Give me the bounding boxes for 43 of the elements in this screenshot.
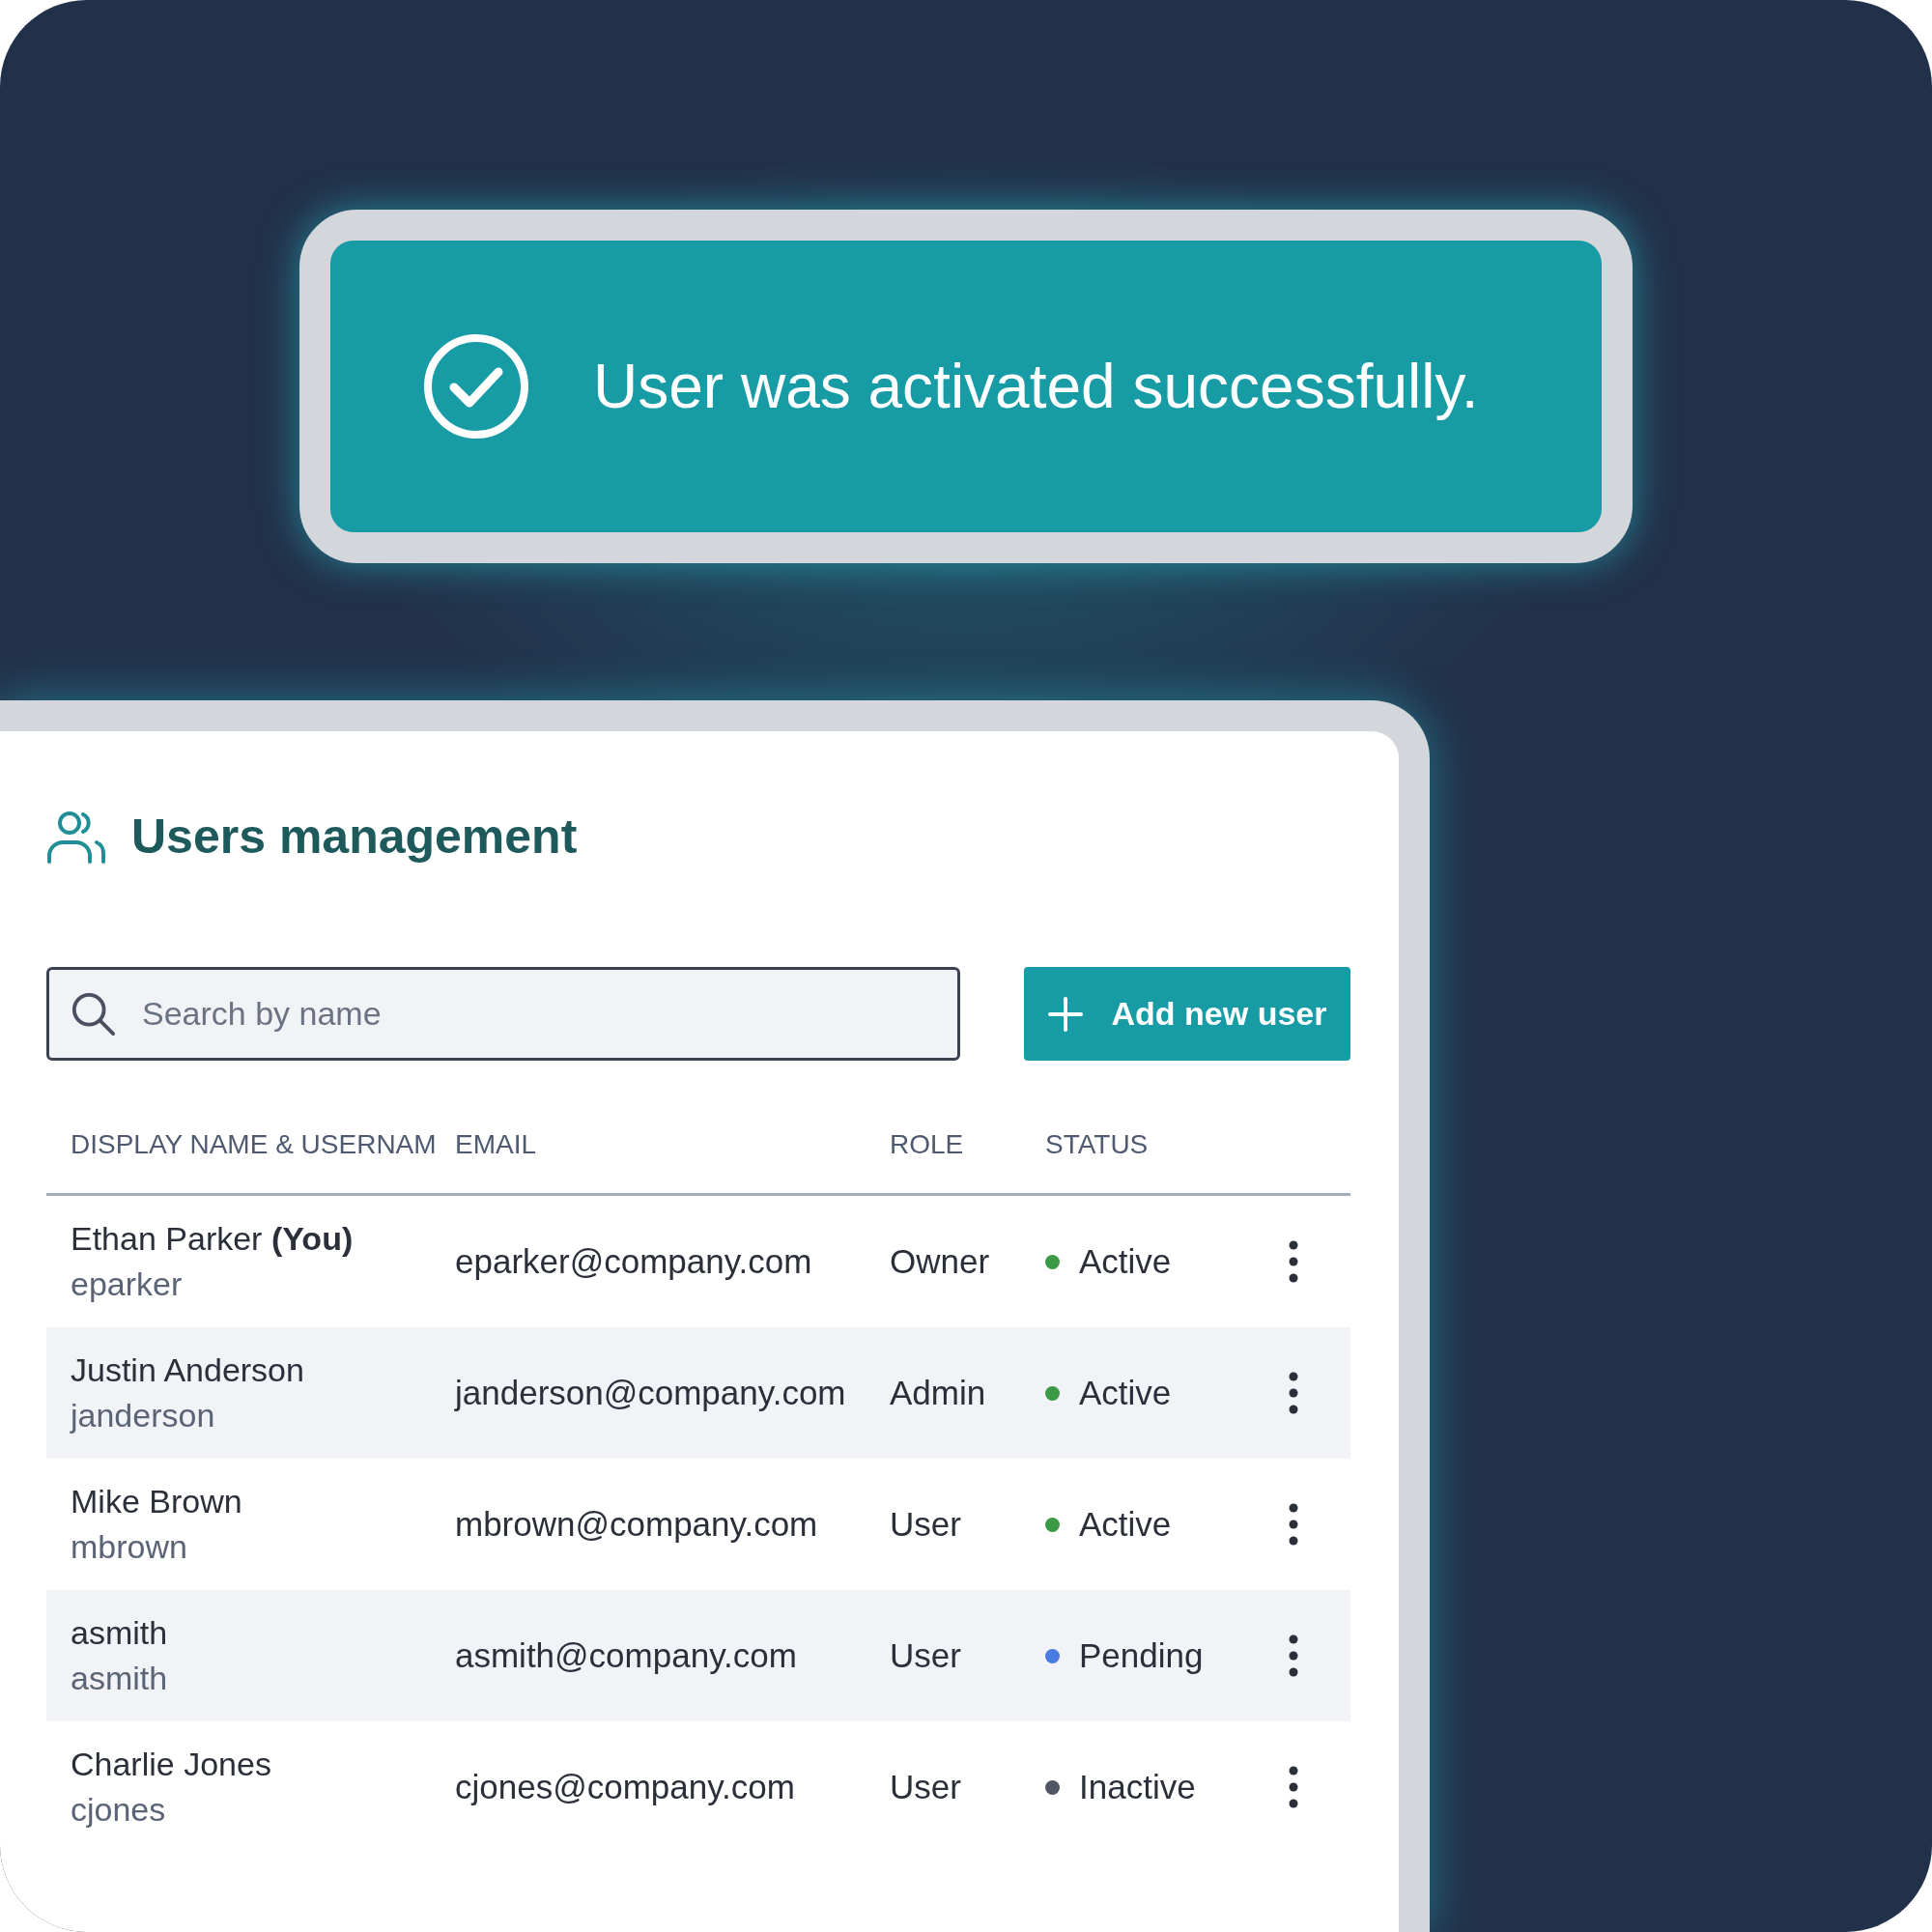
- column-header: EMAIL: [455, 1128, 538, 1160]
- users-icon: [46, 810, 106, 864]
- page-title: Users management: [131, 809, 578, 865]
- username: mbrown: [71, 1528, 188, 1566]
- add-user-button[interactable]: Add new user: [1024, 967, 1350, 1061]
- status-text: Pending: [1079, 1636, 1204, 1675]
- email-cell-text: mbrown@company.com: [455, 1505, 819, 1544]
- plus-icon: [1047, 996, 1083, 1032]
- search-icon: [71, 990, 117, 1037]
- username: janderson: [71, 1397, 216, 1435]
- more-options-icon[interactable]: [1288, 1240, 1299, 1283]
- role-cell-text: User: [890, 1768, 962, 1806]
- username: asmith: [71, 1660, 169, 1697]
- display-name: asmith: [71, 1614, 169, 1652]
- status-text: Inactive: [1079, 1768, 1196, 1806]
- email-cell-text: eparker@company.com: [455, 1242, 813, 1281]
- email-cell-text: janderson@company.com: [455, 1374, 847, 1412]
- column-header: STATUS: [1045, 1128, 1150, 1160]
- username: eparker: [71, 1265, 184, 1303]
- role-cell-text: Owner: [890, 1242, 991, 1281]
- display-name: Ethan Parker (You): [71, 1220, 355, 1258]
- more-options-icon[interactable]: [1288, 1503, 1299, 1546]
- column-header: DISPLAY NAME & USERNAM: [70, 1128, 438, 1160]
- check-circle-icon: [423, 333, 529, 440]
- email-cell-text: cjones@company.com: [455, 1768, 796, 1806]
- status-text: Active: [1079, 1374, 1172, 1412]
- toast-message: User was activated successfully.: [593, 351, 1479, 422]
- email-cell-text: asmith@company.com: [455, 1636, 798, 1675]
- search-field[interactable]: Search by name: [46, 967, 960, 1061]
- display-name: Mike Brown: [71, 1483, 243, 1520]
- search-input[interactable]: Search by name: [140, 994, 957, 1034]
- username: cjones: [71, 1791, 167, 1829]
- more-options-icon[interactable]: [1288, 1766, 1299, 1808]
- role-cell-text: Admin: [890, 1374, 987, 1412]
- status-text: Active: [1079, 1242, 1172, 1281]
- more-options-icon[interactable]: [1288, 1634, 1299, 1677]
- status-text: Active: [1079, 1505, 1172, 1544]
- column-header: ROLE: [890, 1128, 965, 1160]
- display-name: Justin Anderson: [71, 1351, 305, 1389]
- role-cell-text: User: [890, 1636, 962, 1675]
- role-cell-text: User: [890, 1505, 962, 1544]
- display-name: Charlie Jones: [71, 1746, 272, 1783]
- more-options-icon[interactable]: [1288, 1372, 1299, 1414]
